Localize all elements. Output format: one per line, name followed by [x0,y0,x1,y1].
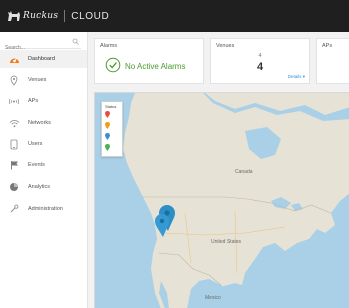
brand-logo[interactable]: Ruckus CLOUD [7,9,109,23]
blue-pin-icon [105,133,110,140]
venues-count-small: 4 [258,53,262,59]
sidebar-item-label: Networks [28,120,51,126]
sidebar-item-label: Events [28,162,45,168]
access-point-icon [8,95,20,107]
ruckus-dog-icon [8,11,20,21]
map-status-legend[interactable]: Status ✓ ✓ ✓ ✓ [101,101,123,157]
sidebar-item-administration[interactable]: Administration [0,200,87,218]
search-icon[interactable] [72,38,79,45]
sidebar-item-label: Users [28,141,43,147]
product-name: CLOUD [71,10,110,22]
venues-card[interactable]: Venues 4 4 Details ▾ [210,38,310,84]
red-pin-icon [105,111,110,118]
pie-chart-icon [8,181,20,193]
map-label-mexico: Mexico [205,295,221,301]
map-label-canada: Canada [235,169,253,175]
orange-pin-icon [105,122,110,129]
sidebar-item-networks[interactable]: Networks [0,114,87,132]
sidebar-item-label: APs [28,98,39,104]
wifi-icon [8,117,20,129]
legend-filter-red[interactable]: ✓ [105,111,111,121]
sidebar-item-dashboard[interactable]: Dashboard [0,50,87,68]
sidebar-item-analytics[interactable]: Analytics [0,178,87,196]
map-label-united-states: United States [211,239,242,245]
location-pin-icon [8,74,20,86]
flag-icon [8,159,20,171]
legend-filter-green[interactable]: ✓ [105,144,111,154]
sidebar: Dashboard Venues APs Networks Users Even… [0,32,88,308]
venues-details-link[interactable]: Details ▾ [288,74,305,80]
brand-name: Ruckus [23,11,59,21]
sidebar-item-label: Administration [28,206,63,212]
map-canvas[interactable]: Canada United States Mexico [95,93,349,308]
legend-filter-orange[interactable]: ✓ [105,122,111,132]
venues-count: 4 [256,61,264,73]
venues-title: Venues [216,43,235,49]
top-bar: Ruckus CLOUD [0,0,349,32]
sidebar-item-label: Dashboard [28,56,55,62]
check-circle-icon [105,57,121,73]
legend-filter-blue[interactable]: ✓ [105,133,111,143]
aps-title: APs [322,43,333,49]
sidebar-item-label: Analytics [28,184,51,190]
legend-title: Status [105,104,117,109]
aps-card[interactable]: APs [316,38,349,84]
alarm-status-text: No Active Alarms [125,62,186,71]
dashboard-main: Alarms No Active Alarms Venues 4 4 Detai… [88,32,349,308]
green-pin-icon [105,144,110,151]
sidebar-search [5,36,81,54]
sidebar-item-label: Venues [28,77,47,83]
alarms-title: Alarms [100,43,118,49]
sidebar-item-users[interactable]: Users [0,135,87,153]
users-icon [8,138,20,150]
wrench-icon [8,203,20,215]
alarms-card[interactable]: Alarms No Active Alarms [94,38,204,84]
brand-divider [64,10,66,22]
dashboard-icon [8,53,20,65]
sidebar-item-aps[interactable]: APs [0,92,87,110]
venues-map[interactable]: Canada United States Mexico Status ✓ ✓ ✓… [94,92,349,308]
sidebar-item-events[interactable]: Events [0,156,87,174]
sidebar-item-venues[interactable]: Venues [0,71,87,89]
